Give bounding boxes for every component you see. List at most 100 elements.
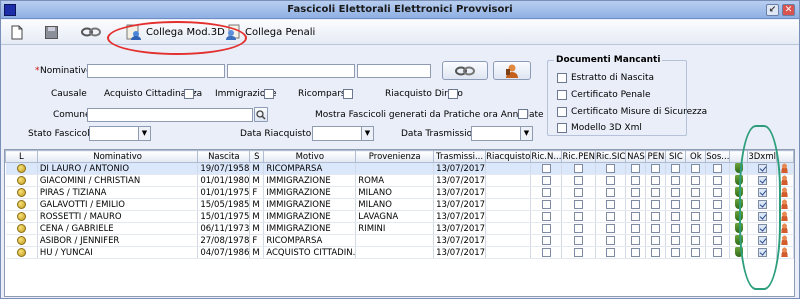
stato-fascicolo-select[interactable]: ▼: [89, 126, 151, 141]
column-header[interactable]: Nominativo: [36, 150, 199, 163]
nominativo-extra-input[interactable]: [357, 64, 431, 78]
row-flag-checkbox[interactable]: [631, 163, 641, 173]
estratto-nascita-checkbox[interactable]: [557, 73, 567, 83]
mostra-fascicoli-checkbox[interactable]: [518, 109, 528, 119]
row-flag-checkbox[interactable]: [691, 163, 701, 173]
close-button[interactable]: ✕: [782, 4, 795, 16]
column-header[interactable]: Provenienza: [355, 150, 435, 163]
acquisto-cittadinanza-checkbox[interactable]: [184, 89, 194, 99]
row-flag-checkbox[interactable]: [671, 235, 681, 245]
row-flag-checkbox[interactable]: [541, 235, 551, 245]
row-flag-checkbox[interactable]: [691, 235, 701, 245]
row-flag-checkbox[interactable]: [713, 211, 723, 221]
person-icon[interactable]: [780, 187, 790, 198]
row-flag-checkbox[interactable]: [574, 223, 584, 233]
search-link-button[interactable]: [442, 61, 488, 80]
row-flag-checkbox[interactable]: [691, 247, 701, 257]
person-icon[interactable]: [780, 211, 790, 222]
row-flag-checkbox[interactable]: [713, 247, 723, 257]
row-flag-checkbox[interactable]: [691, 175, 701, 185]
data-trasmissione-picker[interactable]: ▼: [471, 126, 533, 141]
row-flag-checkbox[interactable]: [606, 247, 616, 257]
immigrazione-checkbox[interactable]: [264, 89, 274, 99]
column-header[interactable]: Ric.N...: [530, 150, 563, 163]
row-flag-checkbox[interactable]: [541, 199, 551, 209]
column-header[interactable]: PEN: [645, 150, 667, 163]
table-row[interactable]: GALAVOTTI / EMILIO 15/05/1985 M IMMIGRAZION…: [5, 198, 794, 211]
row-flag-checkbox[interactable]: [574, 199, 584, 209]
folder-status-icon[interactable]: [16, 187, 26, 197]
row-flag-checkbox[interactable]: [671, 211, 681, 221]
column-header[interactable]: Ric.SIC: [594, 150, 627, 163]
row-flag-checkbox[interactable]: [606, 211, 616, 221]
row-flag-checkbox[interactable]: [691, 223, 701, 233]
row-flag-checkbox[interactable]: [606, 199, 616, 209]
row-flag-checkbox[interactable]: [713, 235, 723, 245]
person-icon[interactable]: [780, 199, 790, 210]
row-flag-checkbox[interactable]: [574, 163, 584, 173]
row-flag-checkbox[interactable]: [713, 163, 723, 173]
row-flag-checkbox[interactable]: [651, 247, 661, 257]
row-flag-checkbox[interactable]: [691, 199, 701, 209]
column-header[interactable]: Motivo: [263, 150, 357, 163]
folder-status-icon[interactable]: [16, 211, 26, 221]
data-riacquisto-picker[interactable]: ▼: [312, 126, 374, 141]
table-row[interactable]: PIRAS / TIZIANA 01/01/1975 F IMMIGRAZIONE MI…: [5, 186, 794, 199]
ricomparsa-checkbox[interactable]: [343, 89, 353, 99]
column-header[interactable]: Trasmissi...: [433, 150, 487, 163]
table-row[interactable]: GIACOMINI / CHRISTIAN 01/01/1980 M IMMIGRAZ…: [5, 174, 794, 187]
row-flag-checkbox[interactable]: [541, 223, 551, 233]
modello-3d-xml-checkbox[interactable]: [557, 123, 567, 133]
row-flag-checkbox[interactable]: [671, 163, 681, 173]
folder-status-icon[interactable]: [16, 199, 26, 209]
comune-input[interactable]: [87, 108, 253, 122]
row-flag-checkbox[interactable]: [631, 247, 641, 257]
person-icon[interactable]: [780, 175, 790, 186]
link-button[interactable]: [81, 23, 101, 41]
column-header[interactable]: Nascita: [197, 150, 251, 163]
row-flag-checkbox[interactable]: [631, 223, 641, 233]
column-header[interactable]: S: [249, 150, 265, 163]
person-icon[interactable]: [780, 223, 790, 234]
column-header[interactable]: SIC: [665, 150, 687, 163]
certificato-misure-checkbox[interactable]: [557, 107, 567, 117]
row-flag-checkbox[interactable]: [671, 199, 681, 209]
row-flag-checkbox[interactable]: [541, 175, 551, 185]
row-flag-checkbox[interactable]: [671, 175, 681, 185]
row-flag-checkbox[interactable]: [691, 187, 701, 197]
row-flag-checkbox[interactable]: [631, 199, 641, 209]
row-flag-checkbox[interactable]: [541, 163, 551, 173]
row-flag-checkbox[interactable]: [631, 175, 641, 185]
table-row[interactable]: DI LAURO / ANTONIO 19/07/1958 M RICOMPARSA 1…: [5, 162, 794, 175]
person-icon[interactable]: [780, 235, 790, 246]
folder-status-icon[interactable]: [16, 247, 26, 257]
row-flag-checkbox[interactable]: [713, 175, 723, 185]
certificato-penale-checkbox[interactable]: [557, 90, 567, 100]
row-flag-checkbox[interactable]: [651, 199, 661, 209]
row-flag-checkbox[interactable]: [541, 211, 551, 221]
row-flag-checkbox[interactable]: [651, 175, 661, 185]
folder-status-icon[interactable]: [16, 223, 26, 233]
table-row[interactable]: CENA / GABRIELE 06/11/1973 M IMMIGRAZIONE RI…: [5, 222, 794, 235]
row-flag-checkbox[interactable]: [574, 235, 584, 245]
row-flag-checkbox[interactable]: [671, 223, 681, 233]
nominativo-name-input[interactable]: [227, 64, 355, 78]
table-row[interactable]: HU / YUNCAI 04/07/1986 M ACQUISTO CITTADIN.…: [5, 246, 794, 259]
new-button[interactable]: [11, 23, 23, 41]
row-flag-checkbox[interactable]: [541, 187, 551, 197]
row-flag-checkbox[interactable]: [574, 175, 584, 185]
row-flag-checkbox[interactable]: [606, 235, 616, 245]
row-flag-checkbox[interactable]: [541, 247, 551, 257]
row-flag-checkbox[interactable]: [574, 247, 584, 257]
folder-status-icon[interactable]: [16, 175, 26, 185]
row-flag-checkbox[interactable]: [631, 235, 641, 245]
person-icon[interactable]: [780, 247, 790, 258]
row-flag-checkbox[interactable]: [606, 175, 616, 185]
row-flag-checkbox[interactable]: [574, 187, 584, 197]
row-flag-checkbox[interactable]: [671, 247, 681, 257]
column-header[interactable]: Riacquisto: [485, 150, 532, 163]
comune-search-button[interactable]: [254, 107, 268, 122]
row-flag-checkbox[interactable]: [713, 187, 723, 197]
riacquisto-diritto-checkbox[interactable]: [448, 89, 458, 99]
row-flag-checkbox[interactable]: [606, 163, 616, 173]
